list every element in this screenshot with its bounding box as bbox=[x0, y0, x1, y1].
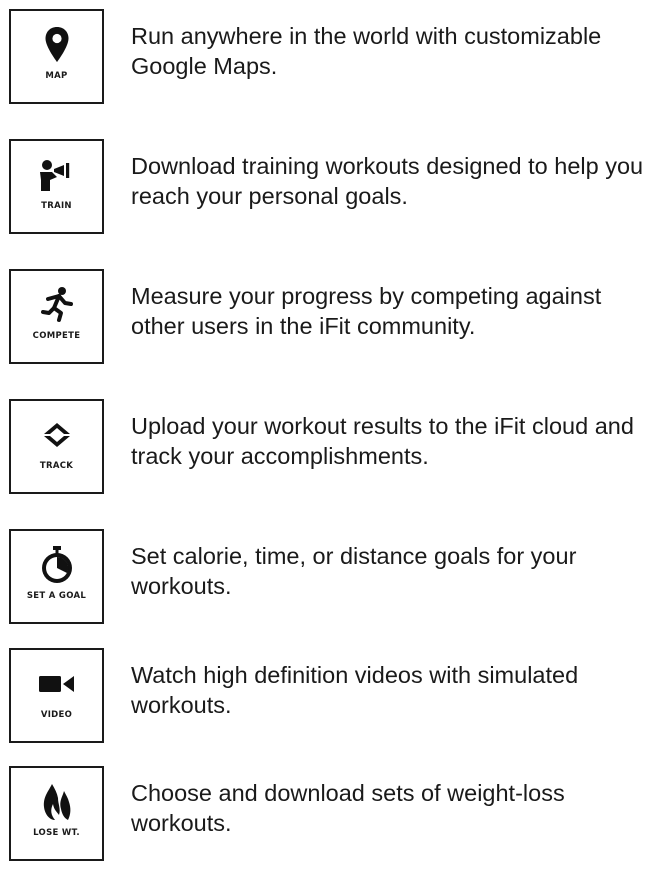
feature-video: VIDEO Watch high definition videos with … bbox=[9, 648, 649, 748]
feature-set-a-goal: SET A GOAL Set calorie, time, or distanc… bbox=[9, 529, 649, 629]
video-label: VIDEO bbox=[40, 710, 73, 720]
compete-tile: COMPETE bbox=[9, 269, 104, 364]
sync-arrows-icon bbox=[11, 415, 102, 455]
map-pin-icon bbox=[11, 25, 102, 65]
trainer-megaphone-icon bbox=[11, 155, 102, 195]
train-description: Download training workouts designed to h… bbox=[131, 153, 644, 209]
track-description: Upload your workout results to the iFit … bbox=[131, 413, 634, 469]
lose-weight-tile: LOSE WT. bbox=[9, 766, 104, 861]
train-label: TRAIN bbox=[41, 201, 72, 211]
runner-icon bbox=[11, 285, 102, 325]
track-label: TRACK bbox=[39, 461, 74, 471]
goal-tile: SET A GOAL bbox=[9, 529, 104, 624]
video-camera-icon bbox=[11, 664, 102, 704]
feature-train: TRAIN Download training workouts designe… bbox=[9, 139, 649, 239]
video-tile: VIDEO bbox=[9, 648, 104, 743]
lose-weight-label: LOSE WT. bbox=[33, 828, 80, 838]
compete-label: COMPETE bbox=[32, 331, 81, 341]
map-tile: MAP bbox=[9, 9, 104, 104]
flame-icon bbox=[11, 782, 102, 822]
stopwatch-icon bbox=[11, 545, 102, 585]
compete-description: Measure your progress by competing again… bbox=[131, 283, 602, 339]
feature-lose-weight: LOSE WT. Choose and download sets of wei… bbox=[9, 766, 649, 866]
feature-track: TRACK Upload your workout results to the… bbox=[9, 399, 649, 499]
lose-weight-description: Choose and download sets of weight-loss … bbox=[131, 780, 565, 836]
train-tile: TRAIN bbox=[9, 139, 104, 234]
map-description: Run anywhere in the world with customiza… bbox=[131, 23, 602, 79]
map-label: MAP bbox=[45, 71, 68, 81]
track-tile: TRACK bbox=[9, 399, 104, 494]
goal-label: SET A GOAL bbox=[26, 591, 87, 601]
video-description: Watch high definition videos with simula… bbox=[131, 662, 579, 718]
feature-map: MAP Run anywhere in the world with custo… bbox=[9, 9, 649, 109]
goal-description: Set calorie, time, or distance goals for… bbox=[131, 543, 577, 599]
feature-compete: COMPETE Measure your progress by competi… bbox=[9, 269, 649, 369]
